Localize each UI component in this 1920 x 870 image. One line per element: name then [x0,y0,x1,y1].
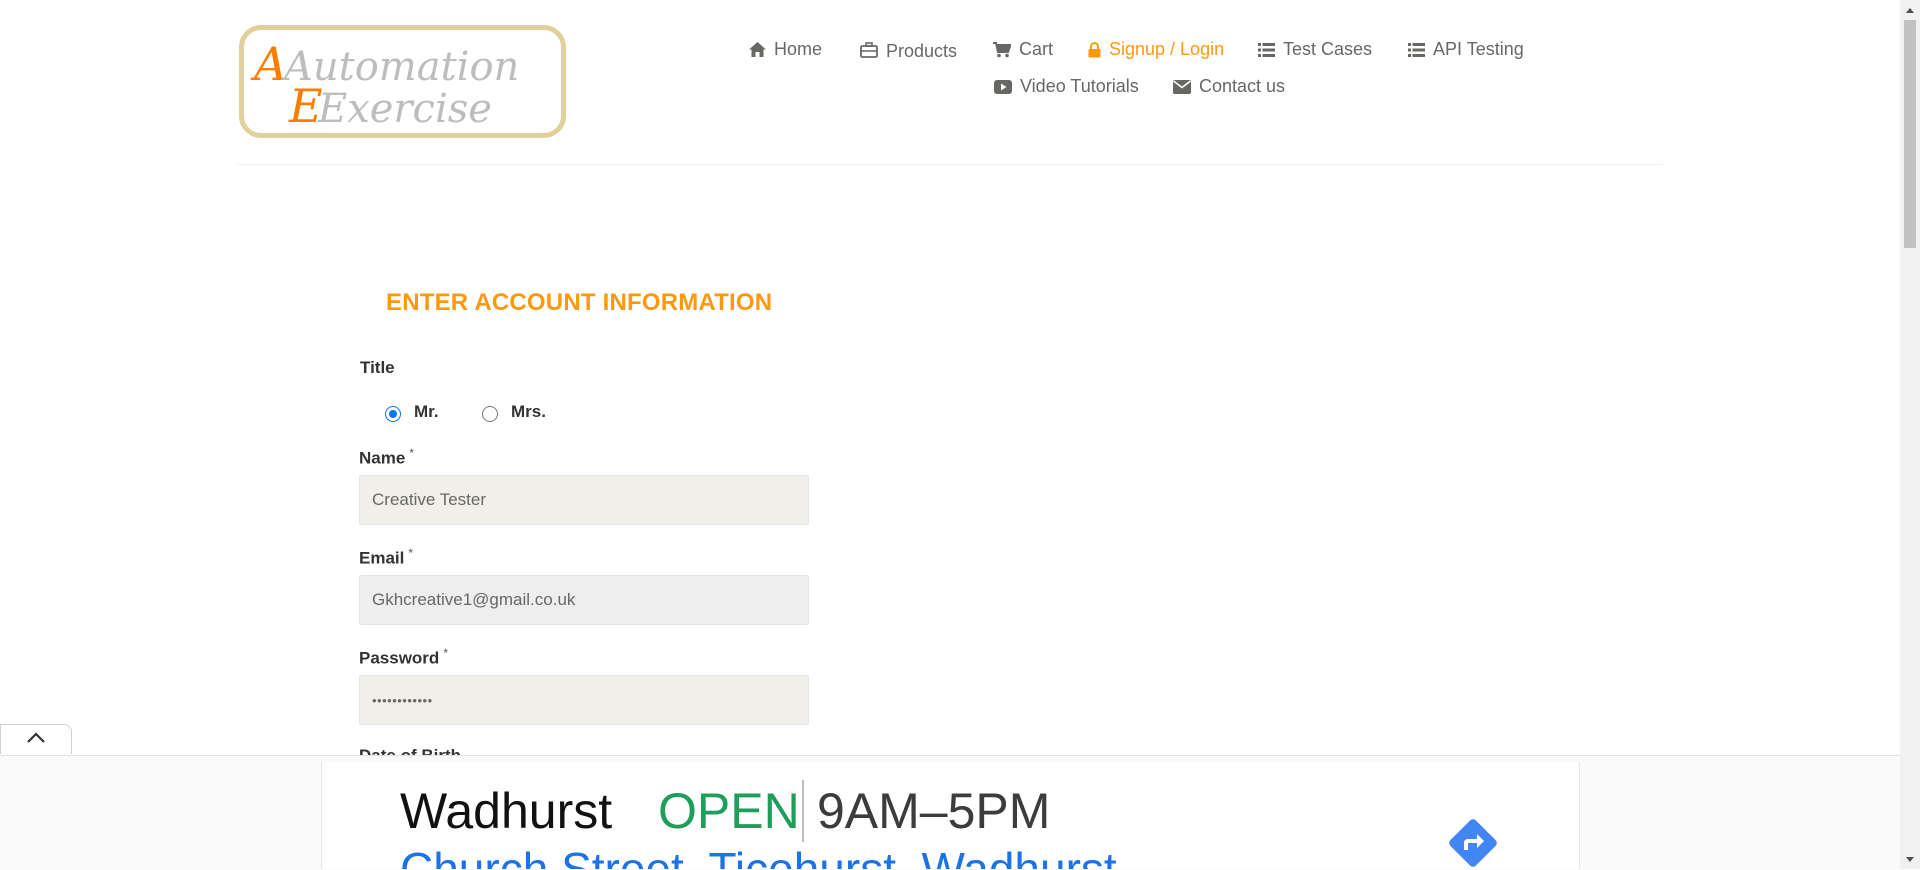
main-nav: Home Products Cart Signup / Login Test C… [0,0,1920,120]
vertical-scrollbar[interactable] [1900,0,1920,869]
nav-products-label: Products [886,41,958,61]
scroll-up-button[interactable] [0,724,72,754]
title-label: Title [360,358,395,377]
password-input[interactable]: •••••••••••• [359,675,809,725]
email-label-text: Email [359,548,405,568]
nav-signup-label: Signup / Login [1109,39,1225,59]
nav-signup-login[interactable]: Signup / Login [1088,39,1224,60]
ad-hours: 9AM–5PM [817,783,1051,839]
nav-test-cases-label: Test Cases [1283,39,1373,59]
nav-products[interactable]: Products [860,39,958,61]
ad-open-status: OPEN [658,783,800,839]
ad-place-name: Wadhurst [400,783,613,839]
ad-separator [802,780,804,842]
form-heading: ENTER ACCOUNT INFORMATION [386,289,773,316]
password-label: Password * [359,646,448,669]
required-mark: * [443,646,448,660]
list-icon [1258,42,1275,57]
header-divider [236,164,1662,165]
cart-icon [993,41,1011,58]
envelope-icon [1173,79,1191,94]
scrollbar-thumb[interactable] [1904,20,1916,248]
nav-api-testing-label: API Testing [1433,39,1524,59]
name-label: Name * [359,446,414,469]
briefcase-icon [860,41,878,58]
ad-address-link[interactable]: Church Street, Ticehurst, Wadhurst [400,842,1117,869]
list-icon [1408,42,1425,57]
required-mark: * [409,446,414,460]
chevron-up-icon [26,731,46,749]
password-label-text: Password [359,648,440,668]
title-mrs-radio[interactable] [482,406,498,422]
lock-icon [1088,41,1101,58]
title-mr-label[interactable]: Mr. [414,402,439,422]
nav-video-tutorials-label: Video Tutorials [1020,76,1139,96]
email-input[interactable]: Gkhcreative1@gmail.co.uk [359,575,809,625]
scroll-arrow-up-icon[interactable] [1900,2,1920,18]
nav-cart-label: Cart [1019,39,1054,59]
nav-api-testing[interactable]: API Testing [1408,39,1524,60]
title-mrs-label[interactable]: Mrs. [511,402,546,422]
nav-home-label: Home [774,39,823,59]
nav-video-tutorials[interactable]: Video Tutorials [994,76,1139,97]
home-icon [749,42,766,57]
name-label-text: Name [359,448,406,468]
nav-home[interactable]: Home [749,39,822,60]
ad-card[interactable]: Wadhurst OPEN 9AM–5PM Church Street, Tic… [321,762,1580,869]
nav-contact-us[interactable]: Contact us [1173,76,1285,97]
nav-cart[interactable]: Cart [993,39,1053,60]
directions-icon[interactable] [1442,812,1504,869]
youtube-play-icon [994,79,1012,94]
email-label: Email * [359,546,413,569]
title-mr-radio[interactable] [385,406,401,422]
required-mark: * [408,546,414,560]
nav-test-cases[interactable]: Test Cases [1258,39,1372,60]
nav-contact-label: Contact us [1199,76,1286,96]
scroll-arrow-down-icon[interactable] [1900,851,1920,867]
name-input[interactable]: Creative Tester [359,475,809,525]
